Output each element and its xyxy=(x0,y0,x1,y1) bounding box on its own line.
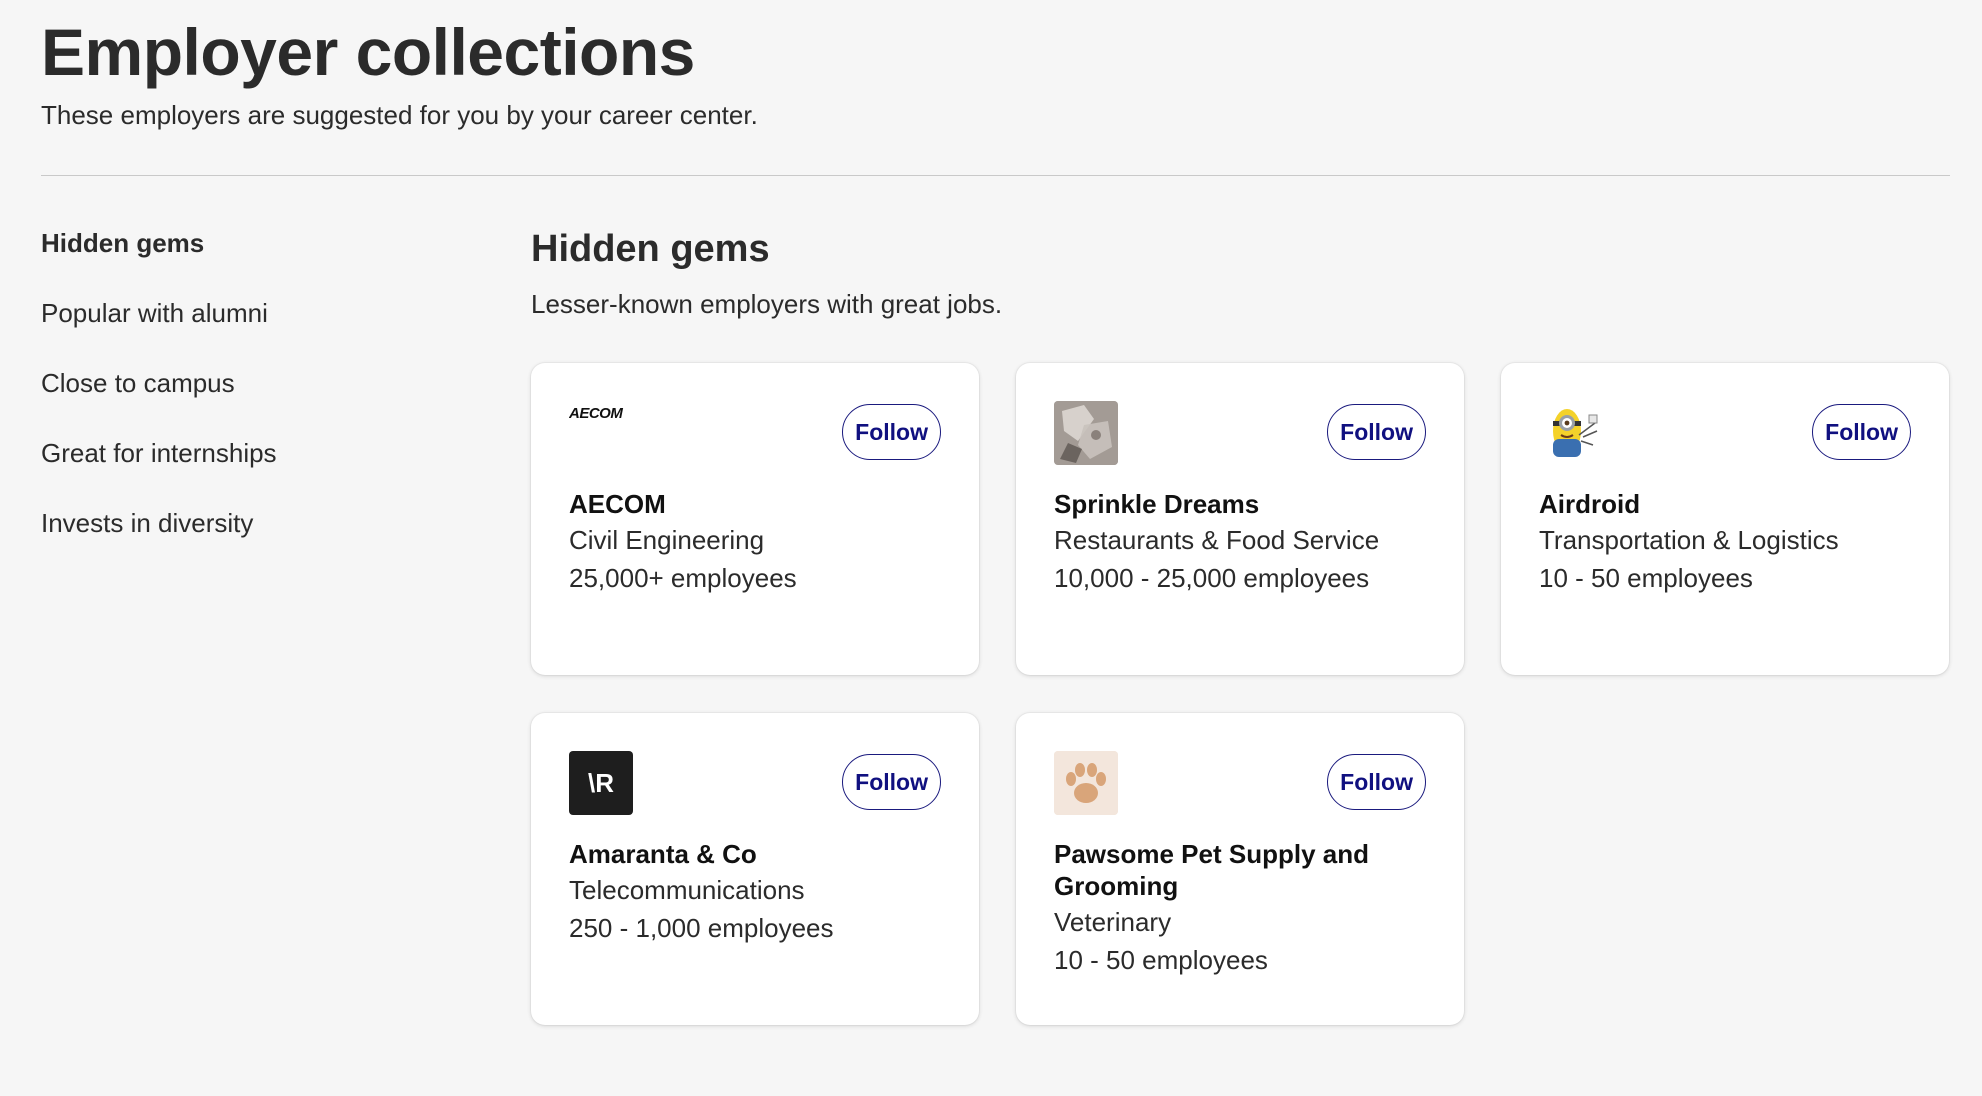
sidebar-item-popular-with-alumni[interactable]: Popular with alumni xyxy=(41,292,441,362)
minion-icon xyxy=(1553,409,1598,457)
employer-name[interactable]: Sprinkle Dreams xyxy=(1054,488,1424,520)
employer-name[interactable]: Amaranta & Co xyxy=(569,838,939,870)
sprinkle-dreams-photo-icon xyxy=(1054,401,1118,465)
follow-button[interactable]: Follow xyxy=(1327,404,1426,460)
employer-industry: Veterinary xyxy=(1054,907,1172,937)
follow-button[interactable]: Follow xyxy=(1812,404,1911,460)
employer-size: 10 - 50 employees xyxy=(1054,945,1268,975)
employer-card[interactable]: Follow Sprinkle Dreams Restaurants & Foo… xyxy=(1016,363,1464,675)
employer-size: 25,000+ employees xyxy=(569,563,797,593)
amaranta-logo-icon: \R xyxy=(569,751,633,815)
section-subtitle: Lesser-known employers with great jobs. xyxy=(531,289,1003,319)
employer-name[interactable]: Pawsome Pet Supply and Grooming xyxy=(1054,838,1424,902)
sprinkle-dreams-logo-icon xyxy=(1054,401,1118,465)
aecom-logo-icon: AECOM xyxy=(569,401,633,465)
section-title: Hidden gems xyxy=(531,228,770,270)
collections-sidebar: Hidden gems Popular with alumni Close to… xyxy=(41,222,441,572)
employer-collections-page: Employer collections These employers are… xyxy=(0,0,1982,1096)
page-subtitle: These employers are suggested for you by… xyxy=(41,100,758,130)
sidebar-item-invests-in-diversity[interactable]: Invests in diversity xyxy=(41,502,441,572)
minion-logo-icon xyxy=(1539,401,1603,465)
paw-print-icon xyxy=(1054,751,1118,815)
employer-card[interactable]: \R Follow Amaranta & Co Telecommunicatio… xyxy=(531,713,979,1025)
employer-size: 250 - 1,000 employees xyxy=(569,913,834,943)
paw-logo-icon xyxy=(1054,751,1118,815)
aecom-logo-text: AECOM xyxy=(569,405,623,422)
employer-card[interactable]: Follow Pawsome Pet Supply and Grooming V… xyxy=(1016,713,1464,1025)
employer-card[interactable]: Follow Airdroid Transportation & Logisti… xyxy=(1501,363,1949,675)
employer-industry: Telecommunications xyxy=(569,875,805,905)
employer-industry: Restaurants & Food Service xyxy=(1054,525,1380,555)
collection-content: Hidden gems Lesser-known employers with … xyxy=(531,222,1951,1025)
employer-industry: Transportation & Logistics xyxy=(1539,525,1839,555)
employer-card[interactable]: AECOM Follow AECOM Civil Engineering 25,… xyxy=(531,363,979,675)
sidebar-item-close-to-campus[interactable]: Close to campus xyxy=(41,362,441,432)
employer-size: 10,000 - 25,000 employees xyxy=(1054,563,1370,593)
header-divider xyxy=(41,175,1950,176)
employer-name[interactable]: AECOM xyxy=(569,488,939,520)
follow-button[interactable]: Follow xyxy=(1327,754,1426,810)
follow-button[interactable]: Follow xyxy=(842,754,941,810)
sidebar-item-hidden-gems[interactable]: Hidden gems xyxy=(41,222,441,292)
employer-industry: Civil Engineering xyxy=(569,525,765,555)
amaranta-logo-text: \R xyxy=(588,767,614,798)
follow-button[interactable]: Follow xyxy=(842,404,941,460)
employer-name[interactable]: Airdroid xyxy=(1539,488,1909,520)
page-title: Employer collections xyxy=(41,15,695,89)
employer-size: 10 - 50 employees xyxy=(1539,563,1753,593)
sidebar-item-great-for-internships[interactable]: Great for internships xyxy=(41,432,441,502)
